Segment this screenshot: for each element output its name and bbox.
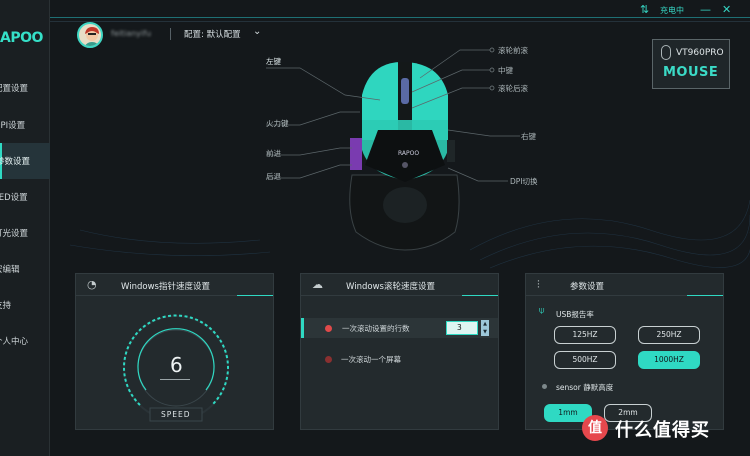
- callout-middle-key[interactable]: 中键: [498, 65, 513, 76]
- sidebar-item-label: 个人中心: [0, 337, 29, 347]
- list-item[interactable]: 一次滚动设置的行数 3 ▲ ▼: [301, 318, 498, 338]
- username: feitianyifu: [111, 29, 152, 38]
- bullet-icon: [542, 384, 547, 389]
- sidebar-item-label: LED设置: [0, 193, 28, 203]
- app-logo: APOO: [0, 30, 43, 46]
- sidebar-item-dpi[interactable]: DPI设置: [0, 107, 50, 143]
- divider: [687, 274, 723, 296]
- sidebar: APOO 配置设置 DPI设置 参数设置 LED设置 灯光设置 宏编辑 支持 个…: [0, 0, 50, 456]
- divider: [462, 274, 498, 296]
- callout-forward[interactable]: 前进: [266, 148, 281, 159]
- callout-wheel-back[interactable]: 滚轮后滚: [498, 83, 528, 94]
- svg-text:RAPOO: RAPOO: [398, 150, 419, 157]
- device-badge: VT960PRO MOUSE: [652, 39, 730, 89]
- config-selector[interactable]: 配置: 默认配置: [184, 28, 241, 40]
- sidebar-item-config[interactable]: 配置设置: [0, 70, 50, 106]
- wheel-speed-panel: ☁ Windows滚轮速度设置 一次滚动设置的行数 3 ▲ ▼ 一次滚动一个屏幕: [300, 273, 499, 430]
- panel-header: ◔ Windows指针速度设置: [76, 274, 273, 296]
- panel-header: ⫶ 参数设置: [526, 274, 723, 296]
- device-model: VT960PRO: [676, 48, 724, 58]
- sensor-height-label: sensor 静默高度: [556, 383, 614, 392]
- sidebar-item-label: 配置设置: [0, 84, 29, 94]
- rate-1000-button[interactable]: 1000HZ: [638, 351, 700, 369]
- sidebar-item-label: 宏编辑: [0, 265, 20, 275]
- option-label: 一次滚动一个屏幕: [341, 355, 401, 364]
- radio-icon[interactable]: [325, 356, 332, 363]
- avatar[interactable]: [77, 22, 103, 48]
- rate-125-button[interactable]: 125HZ: [554, 326, 616, 344]
- radio-selected-icon[interactable]: [325, 325, 332, 332]
- watermark-text: 什么值得买: [615, 420, 710, 441]
- usb-icon: ⍦: [539, 306, 545, 316]
- device-type: MOUSE: [663, 65, 719, 80]
- sidebar-item-label: 支持: [0, 301, 12, 311]
- divider: [170, 28, 171, 40]
- option-label: 一次滚动设置的行数: [342, 324, 410, 333]
- watermark-logo-icon: 值: [582, 415, 608, 441]
- rate-250-button[interactable]: 250HZ: [638, 326, 700, 344]
- sidebar-item-support[interactable]: 支持: [0, 287, 50, 323]
- sidebar-item-led[interactable]: LED设置: [0, 179, 50, 215]
- sidebar-item-macro[interactable]: 宏编辑: [0, 251, 50, 287]
- chevron-down-icon[interactable]: ⌄: [253, 26, 261, 37]
- divider: [50, 17, 750, 18]
- speedometer-icon: ◔: [87, 278, 97, 291]
- divider: [237, 274, 273, 296]
- mouse-icon: [661, 45, 671, 60]
- speed-label: SPEED: [161, 410, 191, 419]
- wheel-icon: ☁: [312, 278, 323, 291]
- list-item[interactable]: 一次滚动一个屏幕: [301, 349, 498, 369]
- sliders-icon: ⫶: [537, 278, 540, 291]
- callout-right-key[interactable]: 右键: [521, 131, 536, 142]
- sidebar-item-params[interactable]: 参数设置: [0, 143, 50, 179]
- callout-left-key[interactable]: 左键: [266, 56, 281, 67]
- speed-value: 6: [170, 353, 183, 377]
- sidebar-item-lighting[interactable]: 灯光设置: [0, 215, 50, 251]
- pointer-speed-panel: ◔ Windows指针速度设置 6 SPEED: [75, 273, 274, 430]
- panel-title: Windows指针速度设置: [121, 282, 210, 292]
- rate-500-button[interactable]: 500HZ: [554, 351, 616, 369]
- callout-fire-key[interactable]: 火力键: [266, 118, 289, 129]
- callout-dpi-switch[interactable]: DPI切换: [510, 176, 538, 187]
- charge-status: 充电中: [660, 6, 684, 15]
- sidebar-item-label: 参数设置: [0, 157, 31, 167]
- callout-back[interactable]: 后退: [266, 171, 281, 182]
- params-panel: ⫶ 参数设置 ⍦ USB报告率 125HZ 250HZ 500HZ 1000HZ…: [525, 273, 724, 430]
- lines-input[interactable]: 3: [446, 321, 478, 335]
- charging-icon: ⇅: [640, 3, 650, 16]
- close-button[interactable]: ✕: [722, 3, 731, 16]
- sidebar-item-label: DPI设置: [0, 121, 26, 131]
- sidebar-item-profile[interactable]: 个人中心: [0, 323, 50, 359]
- minimize-button[interactable]: —: [700, 3, 711, 16]
- panel-header: ☁ Windows滚轮速度设置: [301, 274, 498, 296]
- usb-rate-label: USB报告率: [556, 310, 594, 319]
- callout-wheel-forward[interactable]: 滚轮前滚: [498, 45, 528, 56]
- panel-title: Windows滚轮速度设置: [346, 282, 435, 292]
- panel-title: 参数设置: [570, 282, 605, 292]
- stepper-arrows-icon[interactable]: ▲ ▼: [481, 320, 489, 336]
- divider: [160, 379, 190, 380]
- sidebar-item-label: 灯光设置: [0, 229, 29, 239]
